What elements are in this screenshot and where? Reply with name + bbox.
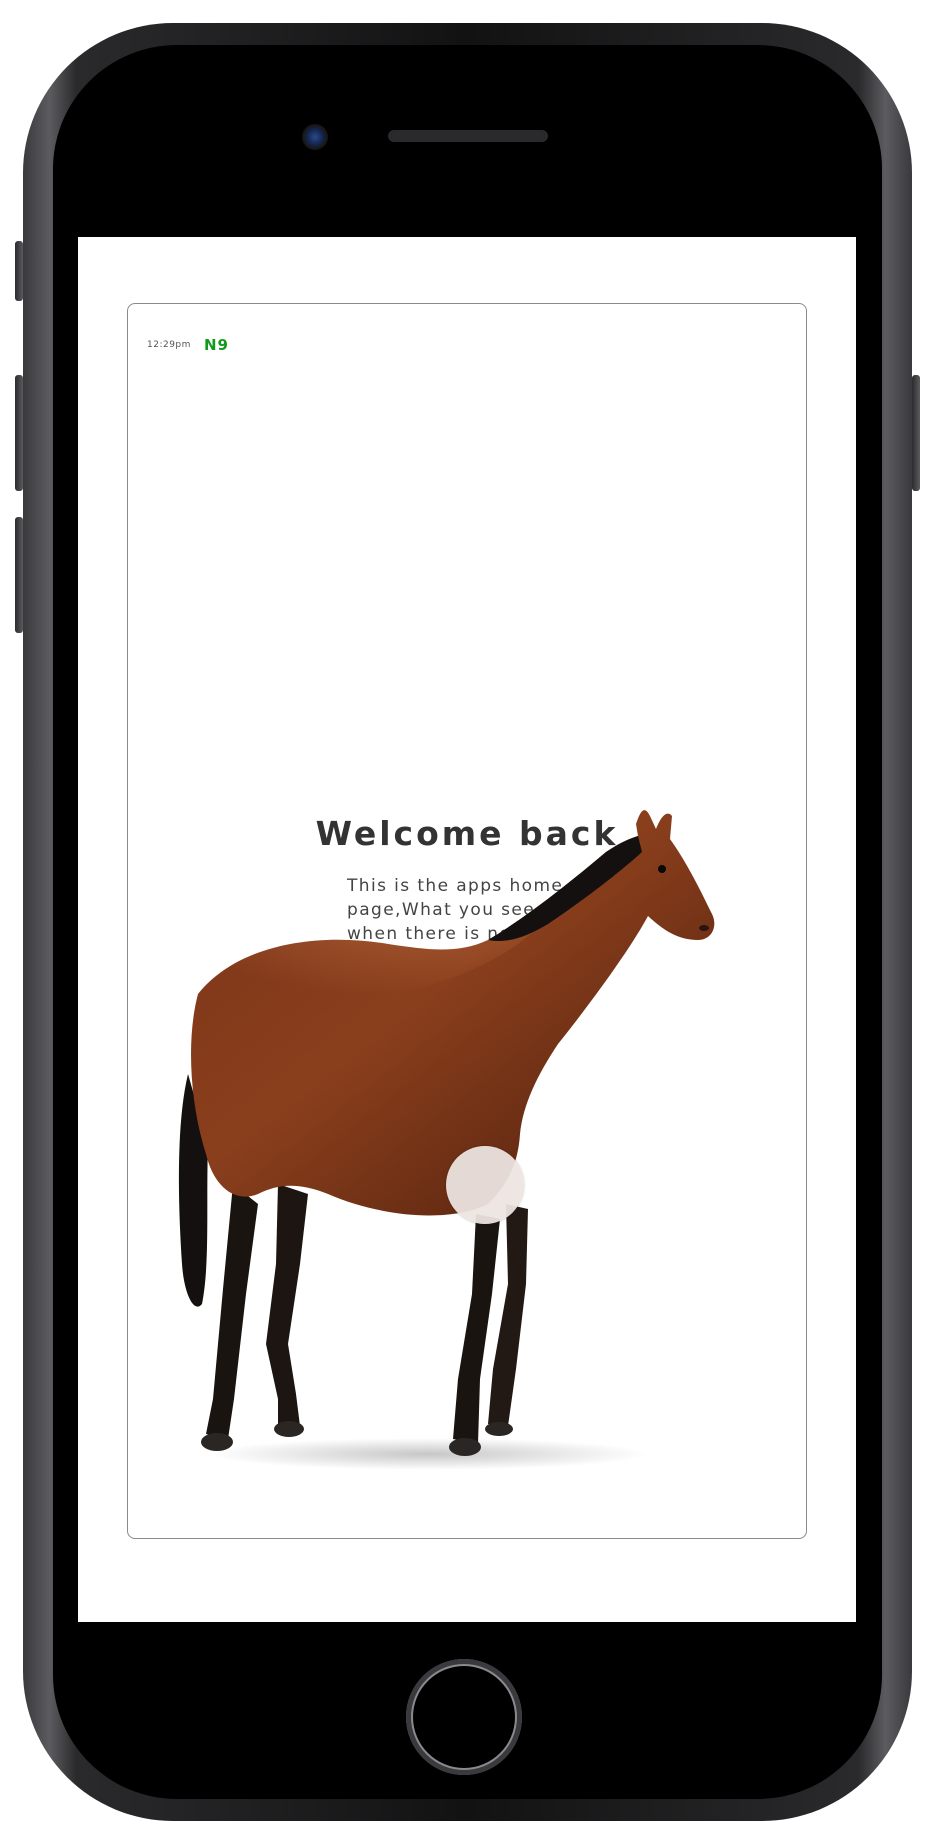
horse-illustration [178, 810, 715, 1470]
power-button [912, 375, 920, 491]
device-mockup: 12:29pm N9 Welcome back This is the apps… [0, 0, 930, 1842]
volume-up-button [15, 375, 23, 491]
phone-screen: 12:29pm N9 Welcome back This is the apps… [78, 237, 856, 1622]
mute-switch [15, 241, 23, 301]
earpiece-speaker [388, 130, 548, 142]
app-screen: 12:29pm N9 Welcome back This is the apps… [127, 303, 807, 1539]
home-button[interactable] [406, 1659, 522, 1775]
volume-down-button [15, 517, 23, 633]
front-camera-icon [302, 124, 328, 150]
touch-indicator [446, 1146, 524, 1224]
